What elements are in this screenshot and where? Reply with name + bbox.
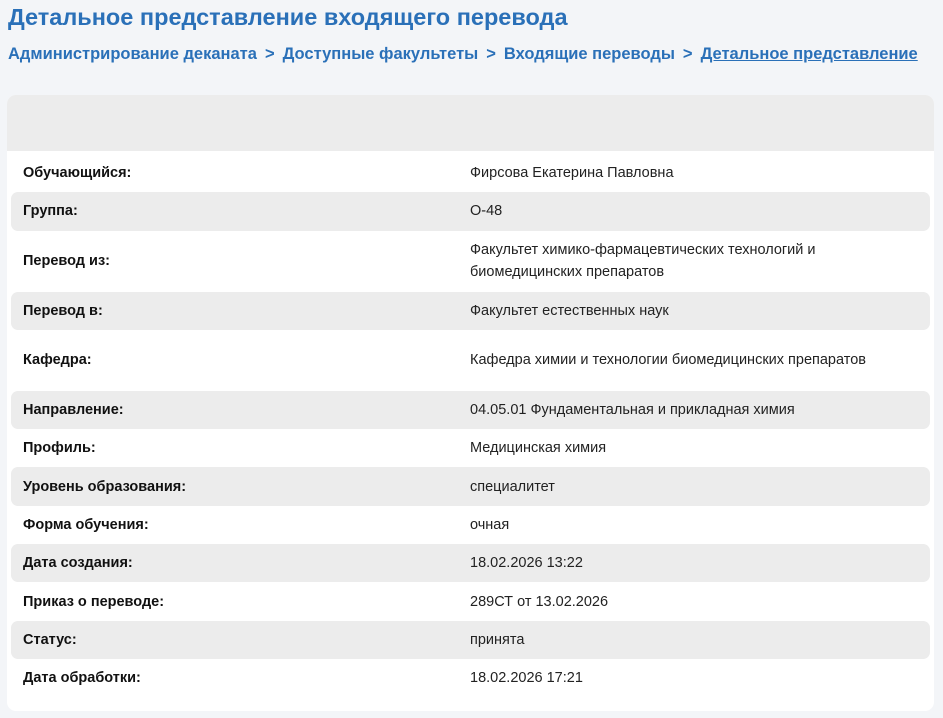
- transfer-details-card: Обучающийся: Фирсова Екатерина Павловна …: [7, 95, 934, 711]
- detail-label: Дата создания:: [23, 555, 133, 572]
- detail-row-direction: Направление: 04.05.01 Фундаментальная и …: [11, 390, 930, 430]
- detail-row-profile: Профиль: Медицинская химия: [11, 429, 930, 467]
- detail-value: 289СТ от 13.02.2026: [470, 593, 609, 610]
- breadcrumb-faculties-link[interactable]: Доступные факультеты: [283, 45, 479, 63]
- detail-value: Факультет химико-фармацевтических технол…: [470, 242, 816, 281]
- detail-value: О-48: [470, 203, 503, 220]
- detail-value: Медицинская химия: [470, 440, 607, 457]
- breadcrumb-separator: >: [486, 45, 496, 63]
- detail-label: Статус:: [23, 631, 77, 648]
- detail-label: Форма обучения:: [23, 516, 149, 533]
- breadcrumb-separator: >: [682, 45, 693, 63]
- detail-row-department: Кафедра: Кафедра химии и технологии биом…: [11, 330, 930, 391]
- detail-label: Приказ о переводе:: [23, 593, 165, 610]
- detail-row-status: Статус: принята: [11, 620, 930, 659]
- detail-row-education-level: Уровень образования: специалитет: [11, 467, 930, 506]
- detail-value: 18.02.2026 17:21: [470, 670, 583, 687]
- detail-row-student: Обучающийся: Фирсова Екатерина Павловна: [11, 154, 930, 192]
- detail-label: Дата обработки:: [23, 670, 141, 687]
- detail-value: очная: [470, 516, 510, 533]
- detail-label: Перевод в:: [23, 302, 103, 319]
- details-table: Обучающийся: Фирсова Екатерина Павловна …: [7, 151, 934, 697]
- detail-value: Фирсова Екатерина Павловна: [470, 165, 674, 182]
- detail-row-transfer-order: Приказ о переводе: 289СТ от 13.02.2026: [11, 582, 930, 620]
- detail-label: Группа:: [23, 203, 78, 220]
- detail-row-created-date: Дата создания: 18.02.2026 13:22: [11, 544, 930, 583]
- detail-value: специалитет: [470, 478, 555, 495]
- page-title: Детальное представление входящего перево…: [8, 4, 568, 30]
- card-header: [7, 95, 934, 151]
- detail-label: Обучающийся:: [23, 165, 132, 182]
- detail-label: Направление:: [23, 402, 124, 419]
- detail-label: Перевод из:: [23, 253, 110, 270]
- status-value: принята: [470, 631, 525, 648]
- detail-row-study-form: Форма обучения: очная: [11, 506, 930, 544]
- detail-row-processed-date: Дата обработки: 18.02.2026 17:21: [11, 659, 930, 697]
- detail-value: 18.02.2026 13:22: [470, 555, 583, 572]
- breadcrumb-incoming-transfers-link[interactable]: Входящие переводы: [504, 45, 675, 63]
- detail-label: Профиль:: [23, 440, 96, 457]
- detail-value: 04.05.01 Фундаментальная и прикладная хи…: [470, 402, 795, 419]
- detail-row-transfer-to: Перевод в: Факультет естественных наук: [11, 291, 930, 330]
- detail-row-group: Группа: О-48: [11, 192, 930, 231]
- detail-value: Факультет естественных наук: [470, 302, 669, 319]
- detail-row-transfer-from: Перевод из: Факультет химико-фармацевтич…: [11, 231, 930, 292]
- breadcrumb-separator: >: [264, 45, 275, 63]
- breadcrumb-detail-view-link[interactable]: Детальное представление: [701, 45, 918, 63]
- breadcrumb: Администрирование деканата > Доступные фак…: [8, 45, 918, 64]
- breadcrumb-dean-admin-link[interactable]: Администрирование деканата: [8, 45, 257, 63]
- detail-value: Кафедра химии и технологии биомедицински…: [470, 352, 866, 369]
- detail-label: Уровень образования:: [23, 478, 187, 495]
- detail-label: Кафедра:: [23, 352, 92, 369]
